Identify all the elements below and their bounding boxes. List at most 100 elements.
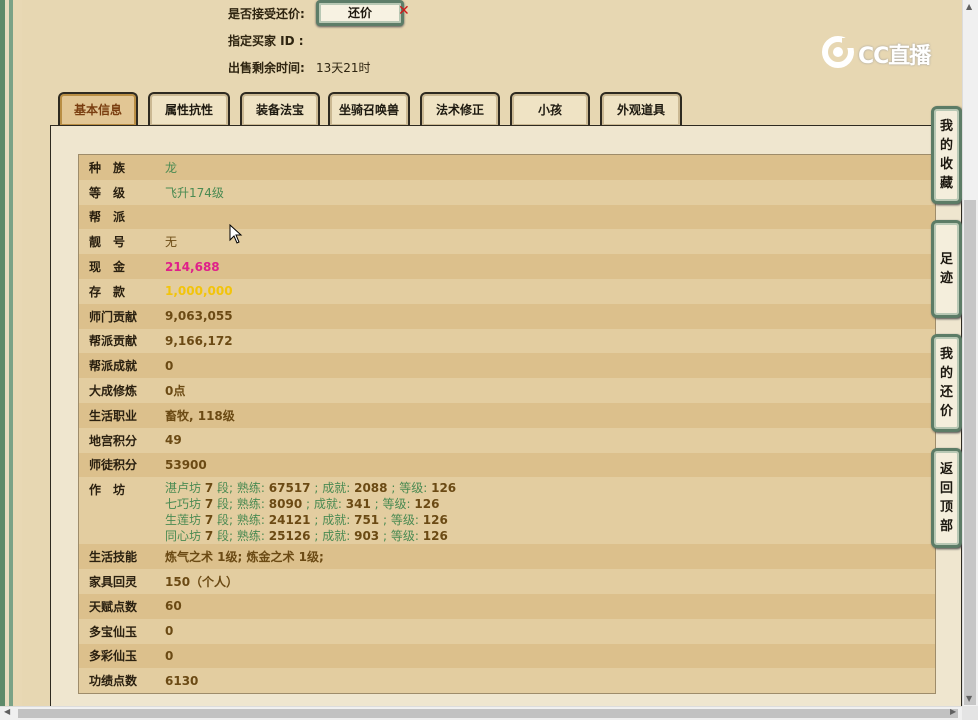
word-skill: 熟练: xyxy=(236,481,265,496)
workshop-lvl: 126 xyxy=(422,529,448,544)
word-lvl: 等级: xyxy=(382,497,411,512)
row-label: 地宫积分 xyxy=(89,433,138,448)
row-value: 9,063,055 xyxy=(165,309,233,324)
word-achv: 成就: xyxy=(322,529,351,544)
row-label: 天赋点数 xyxy=(89,599,138,614)
footprint-button[interactable]: 足 迹 xyxy=(931,220,962,318)
workshop-lvl: 126 xyxy=(431,481,457,496)
table-row-life-job: 生活职业 畜牧, 118级 xyxy=(79,402,935,428)
btn-char: 的 xyxy=(939,366,953,381)
row-value: 炼气之术 1级; 炼金之术 1级; xyxy=(165,550,324,565)
btn-char: 返 xyxy=(939,462,953,477)
row-value: 0 xyxy=(165,358,174,373)
row-value: 0 xyxy=(165,648,174,663)
workshop-line: 湛卢坊 7 段; 熟练: 67517 ; 成就: 2088 ; 等级: 126 xyxy=(165,481,457,496)
btn-char: 藏 xyxy=(939,176,953,191)
workshop-name: 湛卢坊 xyxy=(165,481,202,496)
workshop-skill: 67517 xyxy=(268,481,311,496)
row-label: 帮派成就 xyxy=(89,359,138,374)
row-label: 靓 号 xyxy=(89,235,126,250)
tab-appearance-items[interactable]: 外观道具 xyxy=(600,92,682,126)
counter-offer-button[interactable]: 还价 xyxy=(316,0,404,26)
basic-info-table: 种 族 龙 等 级 飞升174级 帮 派 靓 号 无 现 金 214,688 存… xyxy=(78,154,936,695)
table-row-guild-contrib: 帮派贡献 9,166,172 xyxy=(79,328,935,354)
row-label: 多宝仙玉 xyxy=(89,624,138,639)
row-value: 53900 xyxy=(165,457,207,472)
workshop-name: 生莲坊 xyxy=(165,513,202,528)
workshop-stage: 7 xyxy=(204,481,214,496)
workshop-line: 七巧坊 7 段; 熟练: 8090 ; 成就: 341 ; 等级: 126 xyxy=(165,497,440,512)
row-label: 等 级 xyxy=(89,185,126,200)
table-row-guild: 帮 派 xyxy=(79,204,935,230)
workshop-list: 湛卢坊 7 段; 熟练: 67517 ; 成就: 2088 ; 等级: 126 … xyxy=(165,481,456,544)
btn-char: 我 xyxy=(939,119,953,134)
word-stage: 段; xyxy=(217,497,234,512)
workshop-lvl: 126 xyxy=(422,513,448,528)
btn-char: 足 xyxy=(939,252,953,267)
word-achv: 成就: xyxy=(322,513,351,528)
row-label: 功绩点数 xyxy=(89,674,138,689)
table-row-mentor-points: 师徒积分 53900 xyxy=(79,452,935,478)
workshop-achv: 751 xyxy=(354,513,380,528)
workshop-stage: 7 xyxy=(204,529,214,544)
word-stage: 段; xyxy=(217,529,234,544)
back-to-top-button[interactable]: 返 回 顶 部 xyxy=(931,448,962,548)
table-row-furniture: 家具回灵 150（个人） xyxy=(79,569,935,594)
cc-logo-icon xyxy=(822,36,856,68)
tab-attributes[interactable]: 属性抗性 xyxy=(148,92,230,126)
tab-mounts-summons[interactable]: 坐骑召唤兽 xyxy=(328,92,410,126)
scroll-down-icon[interactable]: ▼ xyxy=(966,694,972,703)
my-favorites-button[interactable]: 我 的 收 藏 xyxy=(931,106,962,204)
row-label: 师徒积分 xyxy=(89,458,138,473)
word-achv: 成就: xyxy=(322,481,351,496)
word-skill: 熟练: xyxy=(236,513,265,528)
workshop-skill: 24121 xyxy=(268,513,311,528)
btn-char: 还 xyxy=(939,385,953,400)
tab-equipment[interactable]: 装备法宝 xyxy=(240,92,320,126)
row-label: 现 金 xyxy=(89,260,126,275)
workshop-skill: 25126 xyxy=(268,529,311,544)
row-label: 作 坊 xyxy=(89,483,126,498)
logo-text: CC直播 xyxy=(858,44,931,69)
workshop-line: 同心坊 7 段; 熟练: 25126 ; 成就: 903 ; 等级: 126 xyxy=(165,529,448,544)
left-frame xyxy=(0,0,22,720)
tab-basic-info[interactable]: 基本信息 xyxy=(58,92,138,126)
buyer-id-label: 指定买家 ID : xyxy=(228,34,304,48)
workshop-line: 生莲坊 7 段; 熟练: 24121 ; 成就: 751 ; 等级: 126 xyxy=(165,513,448,528)
scroll-left-icon[interactable]: ◀ xyxy=(4,707,10,716)
workshop-achv: 341 xyxy=(345,497,371,512)
table-row-life-skill: 生活技能 炼气之术 1级; 炼金之术 1级; xyxy=(79,544,935,570)
table-row-race: 种 族 龙 xyxy=(79,155,935,180)
row-value: 9,166,172 xyxy=(165,333,233,348)
word-lvl: 等级: xyxy=(390,513,419,528)
row-value: 60 xyxy=(165,599,182,614)
table-row-title: 靓 号 无 xyxy=(79,229,935,255)
scrollbar-corner xyxy=(962,706,978,720)
table-row-talent: 天赋点数 60 xyxy=(79,593,935,619)
tab-spell-mods[interactable]: 法术修正 xyxy=(420,92,500,126)
row-value: 0点 xyxy=(165,384,186,399)
row-label: 存 款 xyxy=(89,284,126,299)
horizontal-scroll-thumb[interactable] xyxy=(18,709,958,718)
table-row-merit: 功绩点数 6130 xyxy=(79,668,935,694)
table-row-sect-contrib: 师门贡献 9,063,055 xyxy=(79,303,935,329)
table-row-duocai: 多彩仙玉 0 xyxy=(79,643,935,669)
word-stage: 段; xyxy=(217,513,234,528)
row-label: 家具回灵 xyxy=(89,575,138,590)
row-value: 6130 xyxy=(165,673,199,688)
table-row-level: 等 级 飞升174级 xyxy=(79,179,935,205)
vertical-scroll-thumb[interactable] xyxy=(964,200,976,705)
word-lvl: 等级: xyxy=(399,481,428,496)
close-icon[interactable]: ✕ xyxy=(398,3,410,19)
word-lvl: 等级: xyxy=(390,529,419,544)
row-label: 多彩仙玉 xyxy=(89,649,138,664)
my-counter-offers-button[interactable]: 我 的 还 价 xyxy=(931,334,962,432)
workshop-name: 七巧坊 xyxy=(165,497,202,512)
btn-char: 的 xyxy=(939,138,953,153)
tab-children[interactable]: 小孩 xyxy=(510,92,590,126)
row-label: 师门贡献 xyxy=(89,309,138,324)
table-row-cash: 现 金 214,688 xyxy=(79,254,935,279)
scroll-up-icon[interactable]: ▲ xyxy=(966,2,972,11)
word-stage: 段; xyxy=(217,481,234,496)
scroll-right-icon[interactable]: ▶ xyxy=(950,707,956,716)
